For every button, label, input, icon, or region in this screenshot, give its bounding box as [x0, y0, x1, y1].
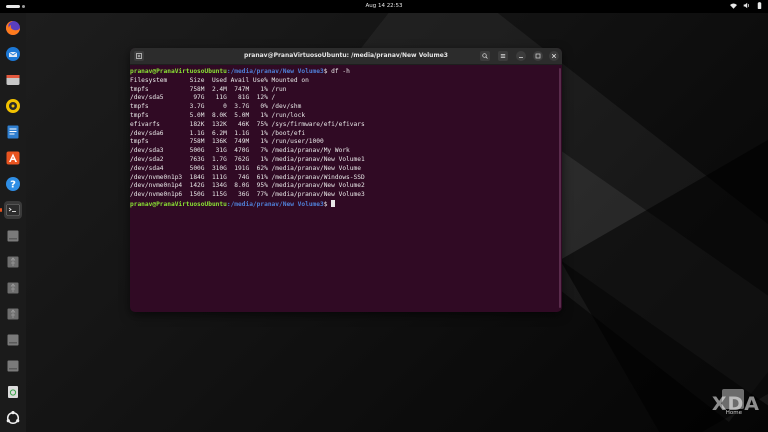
svg-text:?: ?: [10, 180, 16, 191]
usb-drive-icon[interactable]: [4, 253, 22, 271]
command-text: df -h: [327, 68, 350, 75]
terminal-header-bar[interactable]: pranav@PranaVirtuosoUbuntu: /media/prana…: [130, 48, 562, 65]
prompt-line[interactable]: pranav@PranaVirtuosoUbuntu:/media/pranav…: [130, 199, 562, 209]
show-apps-icon[interactable]: [4, 409, 22, 427]
output-line: /dev/sda3 500G 31G 470G 7% /media/pranav…: [130, 147, 350, 155]
xda-watermark: XDA Home: [690, 389, 760, 423]
help-icon[interactable]: ?: [4, 175, 22, 193]
output-line: /dev/sda2 763G 1.7G 762G 1% /media/prana…: [130, 155, 365, 163]
output-line: /dev/nvme0n1p3 184G 111G 74G 61% /media/…: [130, 173, 365, 181]
prompt-path: :/media/pranav/New Volume3: [226, 200, 324, 208]
text-cursor: [331, 199, 335, 207]
battery-icon[interactable]: [756, 2, 763, 9]
terminal-output[interactable]: pranav@PranaVirtuosoUbuntu:/media/pranav…: [130, 65, 562, 312]
rhythmbox-icon[interactable]: [4, 97, 22, 115]
app-center-icon[interactable]: [4, 149, 22, 167]
system-tray[interactable]: [730, 2, 763, 9]
usb-drive-icon[interactable]: [4, 279, 22, 297]
prompt-symbol: $: [323, 200, 328, 208]
terminal-icon[interactable]: [0, 201, 22, 219]
output-line: /dev/sda5 97G 11G 81G 12% /: [130, 94, 276, 102]
drive-icon[interactable]: [4, 331, 22, 349]
trash-icon[interactable]: [4, 383, 22, 401]
output-line: /dev/nvme0n1p6 150G 115G 36G 77% /media/…: [130, 191, 365, 199]
scrollbar[interactable]: [559, 68, 561, 308]
home-folder-label[interactable]: Home: [726, 410, 742, 416]
search-button[interactable]: [480, 51, 490, 61]
prompt-user: pranav@PranaVirtuosoUbuntu: [130, 200, 227, 208]
menu-button[interactable]: [498, 51, 508, 61]
output-line: /dev/sda4 500G 310G 191G 62% /media/pran…: [130, 164, 361, 172]
dock: ?: [0, 13, 26, 432]
output-line: tmpfs 758M 136K 749M 1% /run/user/1000: [130, 138, 324, 146]
maximize-button[interactable]: [533, 51, 543, 61]
prompt-user: pranav@PranaVirtuosoUbuntu: [130, 68, 227, 75]
command-line: pranav@PranaVirtuosoUbuntu:/media/pranav…: [130, 68, 562, 77]
firefox-icon[interactable]: [4, 19, 22, 37]
output-header: Filesystem Size Used Avail Use% Mounted …: [130, 76, 309, 84]
output-line: tmpfs 3.7G 0 3.7G 0% /dev/shm: [130, 103, 302, 111]
volume-icon[interactable]: [743, 2, 750, 9]
drive-icon[interactable]: [4, 227, 22, 245]
output-line: /dev/nvme0n1p4 142G 134G 8.0G 95% /media…: [130, 182, 365, 190]
output-line: /dev/sda6 1.1G 6.2M 1.1G 1% /boot/efi: [130, 129, 306, 137]
output-line: tmpfs 758M 2.4M 747M 1% /run: [130, 85, 287, 93]
terminal-window[interactable]: pranav@PranaVirtuosoUbuntu: /media/prana…: [130, 48, 562, 312]
files-icon[interactable]: [4, 71, 22, 89]
minimize-button[interactable]: [516, 51, 526, 61]
drive-icon[interactable]: [4, 357, 22, 375]
clock[interactable]: Aug 14 22:53: [0, 3, 768, 9]
wifi-icon[interactable]: [730, 2, 737, 9]
output-line: tmpfs 5.0M 8.0K 5.0M 1% /run/lock: [130, 111, 306, 119]
usb-drive-icon[interactable]: [4, 305, 22, 323]
close-button[interactable]: [549, 51, 559, 61]
thunderbird-icon[interactable]: [4, 45, 22, 63]
top-bar: Aug 14 22:53: [0, 0, 768, 13]
prompt-path: :/media/pranav/New Volume3: [226, 68, 324, 75]
libreoffice-writer-icon[interactable]: [4, 123, 22, 141]
output-line: efivarfs 182K 132K 46K 75% /sys/firmware…: [130, 120, 365, 128]
